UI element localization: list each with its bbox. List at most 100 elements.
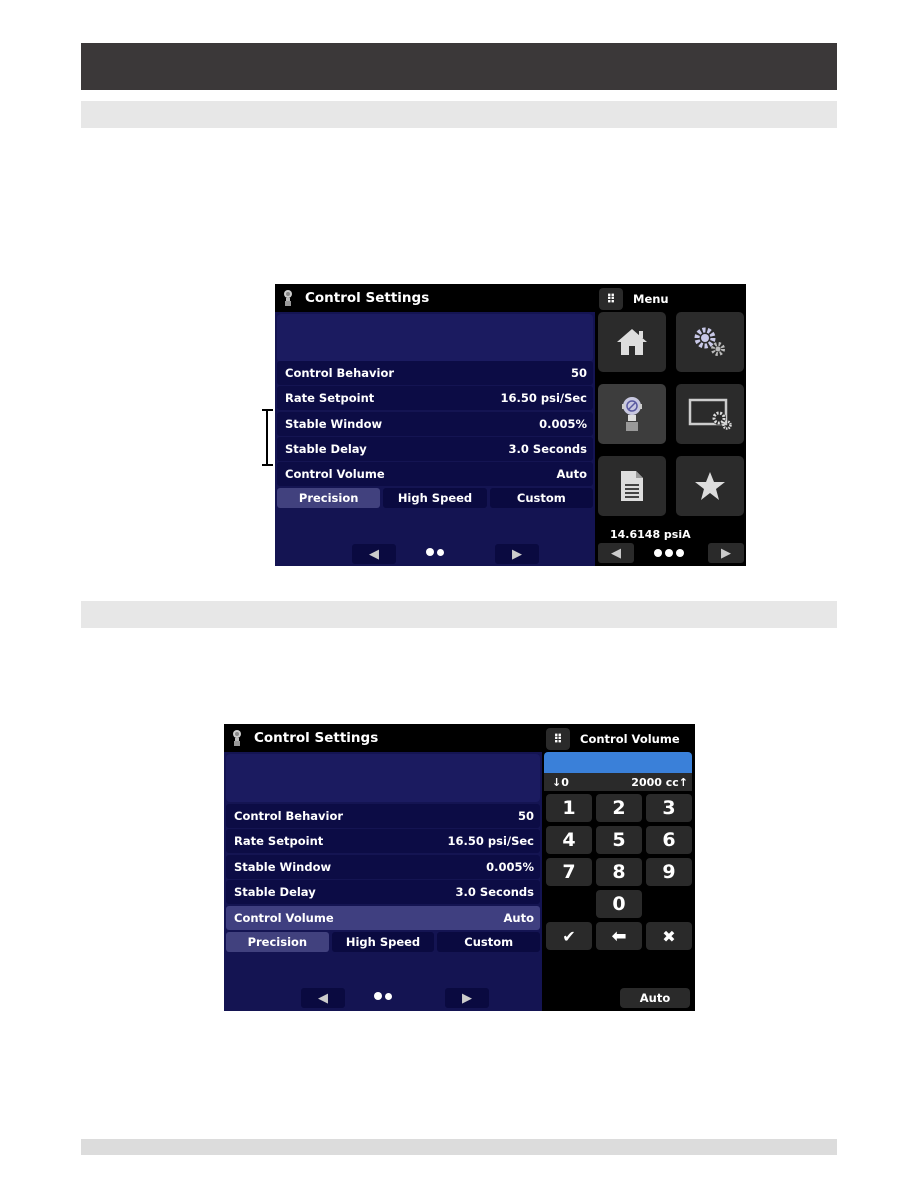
menu-prev-button[interactable]: ◀ xyxy=(598,543,634,563)
prev-page-button[interactable]: ◀ xyxy=(301,988,345,1008)
left-arrow-icon: ◀ xyxy=(369,546,379,562)
left-arrow-icon: ◀ xyxy=(611,545,621,561)
setting-value: Auto xyxy=(556,467,588,481)
setting-label: Control Volume xyxy=(234,911,334,925)
controller-icon xyxy=(226,727,248,749)
setting-value: 0.005% xyxy=(486,860,534,874)
setting-label: Rate Setpoint xyxy=(234,834,324,848)
setting-label: Control Behavior xyxy=(234,809,344,823)
menu-tile-display-settings[interactable] xyxy=(676,384,744,444)
setting-row-stable-delay[interactable]: Stable Delay 3.0 Seconds xyxy=(277,437,593,461)
close-icon: ✖ xyxy=(662,926,676,946)
enter-button[interactable]: ✔ xyxy=(546,922,592,950)
setting-row-control-volume[interactable]: Control Volume Auto xyxy=(226,906,540,930)
key-2[interactable]: 2 xyxy=(596,794,642,822)
screen-title: Control Settings xyxy=(305,290,430,306)
page-dots xyxy=(426,548,444,556)
menu-header: ⠿ Menu xyxy=(599,288,669,310)
grid-icon: ⠿ xyxy=(553,732,563,746)
keypad-pane: ⠿ Control Volume ↓0 2000 cc↑ 1 2 3 4 5 6… xyxy=(542,724,695,1011)
document-icon xyxy=(621,471,643,501)
setting-value: Auto xyxy=(503,911,535,925)
keypad-title: Control Volume xyxy=(580,732,680,746)
key-7[interactable]: 7 xyxy=(546,858,592,886)
setting-row-stable-window[interactable]: Stable Window 0.005% xyxy=(226,855,540,879)
setting-label: Control Volume xyxy=(285,467,385,481)
setting-value: 3.0 Seconds xyxy=(508,442,587,456)
setting-row-stable-delay[interactable]: Stable Delay 3.0 Seconds xyxy=(226,880,540,904)
key-4[interactable]: 4 xyxy=(546,826,592,854)
setting-row-rate-setpoint[interactable]: Rate Setpoint 16.50 psi/Sec xyxy=(226,829,540,853)
value-entry-field[interactable] xyxy=(544,752,692,773)
left-arrow-icon: ◀ xyxy=(318,990,328,1006)
tab-precision[interactable]: Precision xyxy=(277,488,381,508)
menu-tile-home[interactable] xyxy=(598,312,666,372)
backspace-button[interactable]: ⬅ xyxy=(596,922,642,950)
menu-tile-documents[interactable] xyxy=(598,456,666,516)
setting-label: Rate Setpoint xyxy=(285,391,375,405)
checkmark-icon: ✔ xyxy=(562,926,576,946)
title-bar: Control Settings xyxy=(275,284,595,312)
grid-menu-button[interactable]: ⠿ xyxy=(599,288,623,310)
setting-row-stable-window[interactable]: Stable Window 0.005% xyxy=(277,412,593,436)
menu-next-button[interactable]: ▶ xyxy=(708,543,744,563)
cancel-button[interactable]: ✖ xyxy=(646,922,692,950)
prev-page-button[interactable]: ◀ xyxy=(352,544,396,564)
info-panel xyxy=(277,314,593,362)
gears-icon xyxy=(694,327,725,356)
setting-label: Control Behavior xyxy=(285,366,395,380)
key-3[interactable]: 3 xyxy=(646,794,692,822)
menu-title: Menu xyxy=(633,292,669,306)
key-0[interactable]: 0 xyxy=(596,890,642,918)
setting-row-rate-setpoint[interactable]: Rate Setpoint 16.50 psi/Sec xyxy=(277,386,593,410)
setting-row-control-behavior[interactable]: Control Behavior 50 xyxy=(226,804,540,828)
next-page-button[interactable]: ▶ xyxy=(445,988,489,1008)
pressure-readout: 14.6148 psiA xyxy=(610,528,691,541)
setting-label: Stable Window xyxy=(234,860,332,874)
info-panel xyxy=(226,754,540,802)
bracket-annotation xyxy=(262,409,273,466)
right-arrow-icon: ▶ xyxy=(721,545,731,561)
setting-value: 50 xyxy=(570,366,587,380)
controller-icon xyxy=(277,287,299,309)
section-heading-bar-2 xyxy=(81,601,837,628)
screenshot-control-volume-keypad: Control Settings Control Behavior 50 Rat… xyxy=(224,724,695,1011)
tab-custom[interactable]: Custom xyxy=(489,488,593,508)
key-5[interactable]: 5 xyxy=(596,826,642,854)
setting-row-control-volume[interactable]: Control Volume Auto xyxy=(277,462,593,486)
key-9[interactable]: 9 xyxy=(646,858,692,886)
key-8[interactable]: 8 xyxy=(596,858,642,886)
menu-tile-control[interactable] xyxy=(598,384,666,444)
setting-value: 3.0 Seconds xyxy=(455,885,534,899)
key-1[interactable]: 1 xyxy=(546,794,592,822)
menu-tile-settings[interactable] xyxy=(676,312,744,372)
setting-value: 50 xyxy=(517,809,534,823)
footer-bar xyxy=(81,1139,837,1155)
screen-title: Control Settings xyxy=(254,730,379,746)
setting-row-control-behavior[interactable]: Control Behavior 50 xyxy=(277,361,593,385)
display-settings-icon xyxy=(688,398,732,430)
page-dots xyxy=(374,992,392,1000)
setting-value: 16.50 psi/Sec xyxy=(447,834,535,848)
setting-label: Stable Delay xyxy=(234,885,316,899)
control-settings-pane: Control Settings Control Behavior 50 Rat… xyxy=(224,724,544,1011)
screenshot-control-settings-menu: Control Settings Control Behavior 50 Rat… xyxy=(275,284,746,566)
menu-tile-favorites[interactable] xyxy=(676,456,744,516)
next-page-button[interactable]: ▶ xyxy=(495,544,539,564)
back-arrow-icon: ⬅ xyxy=(611,925,627,947)
home-icon xyxy=(617,329,647,355)
auto-button[interactable]: Auto xyxy=(620,988,690,1008)
key-6[interactable]: 6 xyxy=(646,826,692,854)
tab-high-speed[interactable]: High Speed xyxy=(383,488,487,508)
page-navigator: ◀ ▶ xyxy=(224,988,542,1008)
tab-custom[interactable]: Custom xyxy=(437,932,541,952)
page-navigator: ◀ ▶ xyxy=(275,544,595,564)
tab-high-speed[interactable]: High Speed xyxy=(331,932,435,952)
setting-label: Stable Window xyxy=(285,417,383,431)
right-arrow-icon: ▶ xyxy=(462,990,472,1006)
tab-precision[interactable]: Precision xyxy=(226,932,329,952)
star-icon xyxy=(695,472,725,500)
menu-page-dots xyxy=(654,549,684,557)
grid-menu-button[interactable]: ⠿ xyxy=(546,728,570,750)
control-mode-tabs: Precision High Speed Custom xyxy=(226,932,541,952)
